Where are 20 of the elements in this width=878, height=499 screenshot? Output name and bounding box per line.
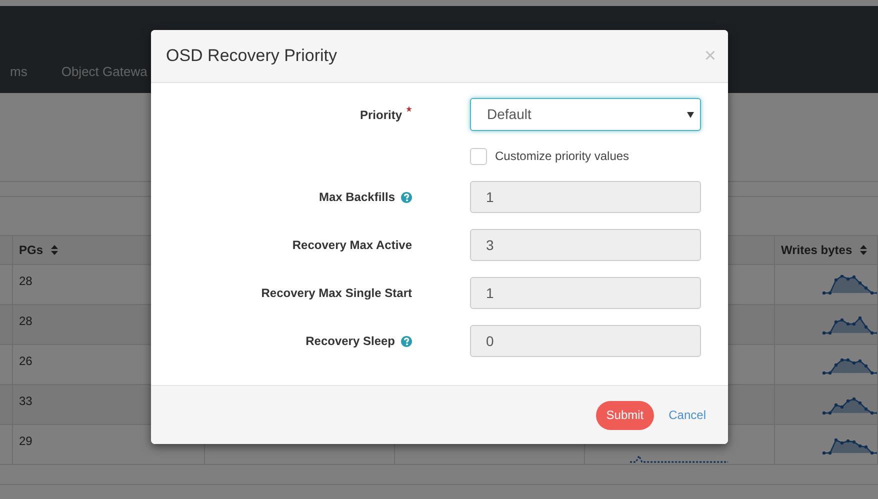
field-label: Recovery Max Single Start: [261, 285, 412, 302]
nav-link[interactable]: ms: [10, 62, 28, 93]
field-label: Priority: [360, 106, 402, 124]
sparkline: [822, 315, 877, 335]
sparkline: [822, 395, 877, 415]
caret-icon: [687, 112, 694, 118]
modal-title: OSD Recovery Priority: [166, 45, 337, 68]
field-label: Recovery Sleep: [306, 333, 395, 350]
checkbox[interactable]: [470, 148, 487, 164]
cancel-link[interactable]: Cancel: [668, 406, 706, 424]
submit-button[interactable]: Submit: [596, 400, 654, 430]
priority-select[interactable]: Default: [470, 98, 701, 131]
sort-icon[interactable]: [51, 245, 58, 255]
nav-link[interactable]: Object Gatewa: [61, 62, 148, 93]
sparkline: [822, 275, 877, 295]
sort-icon[interactable]: [860, 245, 868, 255]
column-header[interactable]: Writes bytes: [775, 236, 878, 265]
checkbox-label: Customize priority values: [495, 148, 630, 165]
field-label: Recovery Max Active: [292, 237, 412, 254]
field-label: Max Backfills: [318, 189, 395, 206]
